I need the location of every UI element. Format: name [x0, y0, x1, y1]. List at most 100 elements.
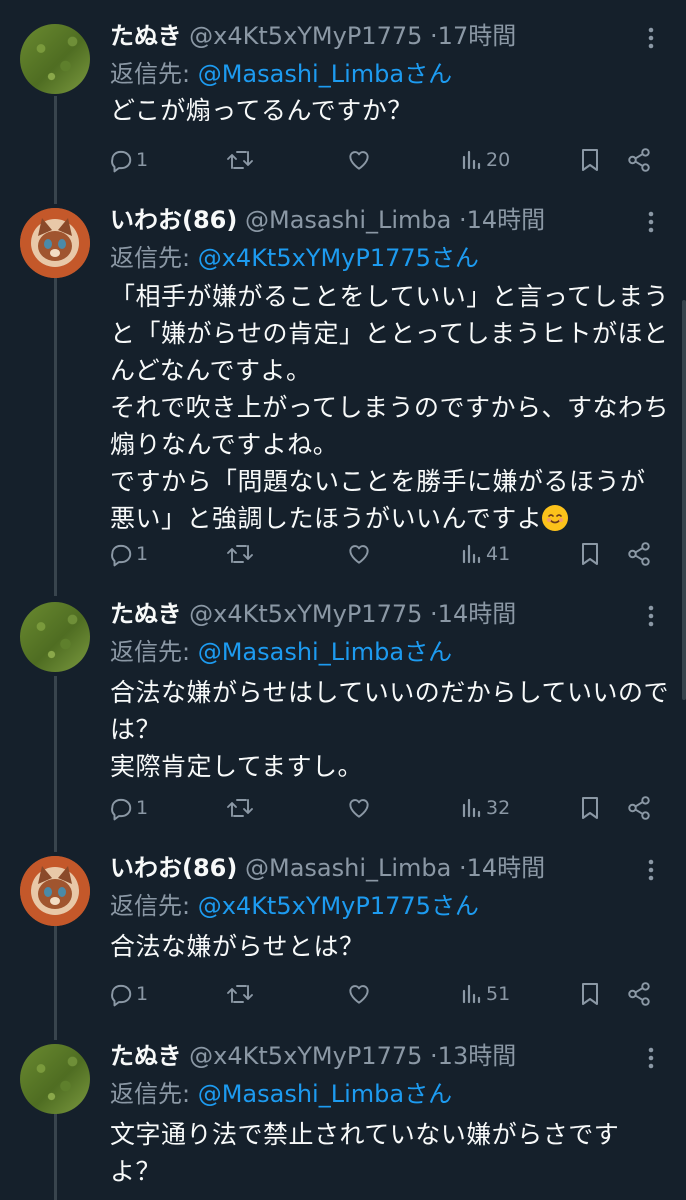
tweet-header: たぬき @x4Kt5xYMyP1775 ·14時間 — [110, 598, 516, 630]
display-name[interactable]: いわお(86) — [110, 206, 237, 234]
reply-mention[interactable]: @Masashi_Limbaさん — [198, 60, 452, 88]
user-handle[interactable]: @x4Kt5xYMyP1775 — [189, 600, 422, 628]
share-button[interactable] — [626, 792, 652, 824]
reply-mention[interactable]: @x4Kt5xYMyP1775さん — [198, 244, 479, 272]
display-name[interactable]: たぬき — [110, 1042, 182, 1070]
like-button[interactable] — [346, 144, 372, 176]
tweet-text: 「相手が嫌がることをしていい」と言ってしまうと「嫌がらせの肯定」ととってしまうヒ… — [110, 278, 670, 537]
tweet-actions: 1 32 — [108, 792, 668, 824]
reply-icon — [111, 984, 132, 1007]
timestamp[interactable]: 13時間 — [438, 1042, 517, 1070]
tweet-text: 合法な嫌がらせとは？ — [110, 932, 365, 961]
reply-icon — [111, 150, 132, 173]
reply-count: 1 — [136, 543, 149, 565]
view-count: 32 — [486, 797, 511, 819]
share-icon — [628, 542, 650, 566]
like-button[interactable] — [346, 792, 372, 824]
reply-to-line: 返信先: @x4Kt5xYMyP1775さん — [110, 242, 479, 274]
display-name[interactable]: たぬき — [110, 22, 182, 50]
user-handle[interactable]: @Masashi_Limba — [245, 206, 451, 234]
smiling-face-emoji — [542, 505, 569, 531]
tweet-text: 文字通り法で禁止されていない嫌がらさですよ？ — [110, 1120, 620, 1186]
reply-mention[interactable]: @Masashi_Limbaさん — [198, 638, 452, 666]
tweet[interactable]: いわお(86) @Masashi_Limba ·14時間 返信先: @x4Kt5… — [0, 204, 686, 584]
share-icon — [628, 796, 650, 820]
like-icon — [349, 545, 369, 564]
reply-prefix: 返信先: — [110, 244, 198, 272]
views-button[interactable]: 20 — [460, 144, 510, 176]
display-name[interactable]: いわお(86) — [110, 854, 237, 882]
retweet-button[interactable] — [226, 792, 254, 824]
reply-button[interactable]: 1 — [108, 144, 148, 176]
share-button[interactable] — [626, 538, 652, 570]
separator: · — [430, 22, 438, 50]
reply-mention[interactable]: @x4Kt5xYMyP1775さん — [198, 892, 479, 920]
timestamp[interactable]: 14時間 — [467, 206, 546, 234]
tweet-header: たぬき @x4Kt5xYMyP1775 ·13時間 — [110, 1040, 516, 1072]
tweet[interactable]: たぬき @x4Kt5xYMyP1775 ·17時間 返信先: @Masashi_… — [0, 20, 686, 200]
reply-to-line: 返信先: @x4Kt5xYMyP1775さん — [110, 890, 479, 922]
avatar[interactable] — [20, 856, 90, 926]
more-icon[interactable] — [644, 26, 658, 50]
like-button[interactable] — [346, 978, 372, 1010]
tweet-header: いわお(86) @Masashi_Limba ·14時間 — [110, 852, 545, 884]
retweet-button[interactable] — [226, 538, 254, 570]
display-name[interactable]: たぬき — [110, 600, 182, 628]
bookmark-button[interactable] — [578, 144, 602, 176]
bookmark-button[interactable] — [578, 538, 602, 570]
reply-button[interactable]: 1 — [108, 978, 148, 1010]
reply-count: 1 — [136, 149, 149, 171]
retweet-button[interactable] — [226, 144, 254, 176]
bookmark-icon — [582, 797, 598, 819]
timestamp[interactable]: 14時間 — [467, 854, 546, 882]
reply-count: 1 — [136, 983, 149, 1005]
reply-to-line: 返信先: @Masashi_Limbaさん — [110, 636, 452, 668]
separator: · — [430, 600, 438, 628]
bookmark-icon — [582, 149, 598, 171]
reply-prefix: 返信先: — [110, 1080, 198, 1108]
retweet-icon — [227, 545, 253, 563]
share-button[interactable] — [626, 144, 652, 176]
timestamp[interactable]: 17時間 — [438, 22, 517, 50]
cat-icon — [20, 856, 90, 926]
share-button[interactable] — [626, 978, 652, 1010]
views-button[interactable]: 41 — [460, 538, 510, 570]
tweet-actions: 1 20 — [108, 144, 668, 176]
user-handle[interactable]: @Masashi_Limba — [245, 854, 451, 882]
bookmark-icon — [582, 543, 598, 565]
retweet-icon — [227, 799, 253, 817]
like-icon — [349, 151, 369, 170]
reply-button[interactable]: 1 — [108, 792, 148, 824]
reply-button[interactable]: 1 — [108, 538, 148, 570]
views-button[interactable]: 32 — [460, 792, 510, 824]
avatar[interactable] — [20, 208, 90, 278]
tweet[interactable]: たぬき @x4Kt5xYMyP1775 ·14時間 返信先: @Masashi_… — [0, 598, 686, 838]
scrollbar[interactable] — [682, 300, 686, 700]
reply-icon — [111, 798, 132, 821]
retweet-button[interactable] — [226, 978, 254, 1010]
avatar[interactable] — [20, 24, 90, 94]
bookmark-button[interactable] — [578, 792, 602, 824]
conversation-thread: たぬき @x4Kt5xYMyP1775 ·17時間 返信先: @Masashi_… — [0, 0, 686, 1200]
reply-prefix: 返信先: — [110, 638, 198, 666]
reply-to-line: 返信先: @Masashi_Limbaさん — [110, 1078, 452, 1110]
reply-count: 1 — [136, 797, 149, 819]
tweet-text: どこが煽ってるんですか？ — [110, 96, 413, 125]
avatar[interactable] — [20, 602, 90, 672]
like-button[interactable] — [346, 538, 372, 570]
timestamp[interactable]: 14時間 — [438, 600, 517, 628]
tweet[interactable]: いわお(86) @Masashi_Limba ·14時間 返信先: @x4Kt5… — [0, 852, 686, 1022]
user-handle[interactable]: @x4Kt5xYMyP1775 — [189, 1042, 422, 1070]
user-handle[interactable]: @x4Kt5xYMyP1775 — [189, 22, 422, 50]
avatar[interactable] — [20, 1044, 90, 1114]
reply-mention[interactable]: @Masashi_Limbaさん — [198, 1080, 452, 1108]
more-icon[interactable] — [644, 604, 658, 628]
tweet[interactable]: たぬき @x4Kt5xYMyP1775 ·13時間 返信先: @Masashi_… — [0, 1040, 686, 1200]
more-icon[interactable] — [644, 210, 658, 234]
reply-prefix: 返信先: — [110, 60, 198, 88]
views-button[interactable]: 51 — [460, 978, 510, 1010]
more-icon[interactable] — [644, 1046, 658, 1070]
bookmark-button[interactable] — [578, 978, 602, 1010]
more-icon[interactable] — [644, 858, 658, 882]
reply-to-line: 返信先: @Masashi_Limbaさん — [110, 58, 452, 90]
